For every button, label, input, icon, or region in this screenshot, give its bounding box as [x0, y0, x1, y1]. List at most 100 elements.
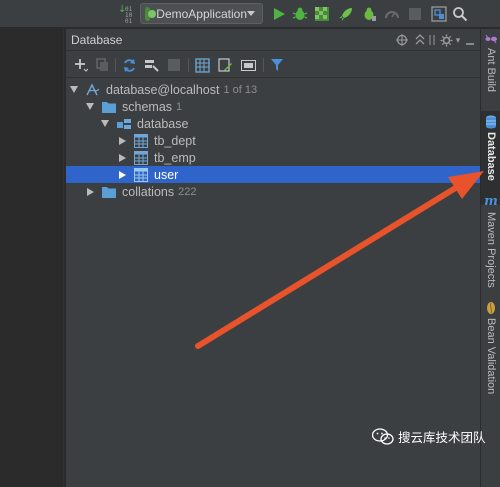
tree-node-label: tb_dept [154, 133, 196, 148]
debug-bug-icon [292, 7, 308, 20]
stop-icon [409, 8, 421, 20]
watermark: 搜云库技术团队 [372, 427, 486, 446]
search-icon [453, 7, 468, 22]
expand-toggle[interactable] [85, 102, 95, 112]
tool-tab-label: Database [485, 132, 497, 181]
add-button[interactable] [72, 56, 90, 74]
tree-node-collations[interactable]: collations 222 [66, 183, 481, 200]
filter-button[interactable] [268, 56, 286, 74]
tool-tab-maven-projects[interactable]: m Maven Projects [481, 195, 500, 288]
run-configuration-label: DemoApplication [156, 6, 247, 21]
gauge-icon [385, 11, 399, 19]
stop-icon [168, 59, 180, 71]
tree-node-label: database@localhost [106, 82, 220, 97]
maven-icon: m [484, 194, 498, 209]
watermark-text: 搜云库技术团队 [398, 430, 486, 445]
stop-button[interactable] [406, 5, 424, 23]
plus-icon [75, 59, 88, 72]
debug-button[interactable] [291, 5, 309, 23]
project-structure-icon [431, 6, 447, 22]
edit-source-button[interactable] [216, 56, 234, 74]
synchronize-button[interactable] [120, 56, 138, 74]
table-editor-button[interactable] [193, 56, 211, 74]
tool-tab-bean-validation[interactable]: Bean Validation [481, 301, 500, 394]
expand-toggle[interactable] [100, 119, 110, 129]
database-tool-window: Database ▾ database@localhost 1 of 13 sc… [65, 29, 481, 487]
tool-tab-label: Ant Build [485, 48, 497, 93]
folder-icon [101, 185, 117, 199]
edit-table-icon [217, 57, 232, 72]
ql-console-icon [240, 59, 256, 71]
vcs-bits: 01 10 01 [125, 6, 133, 25]
tool-tab-label: Maven Projects [485, 212, 497, 288]
crosshair-icon[interactable] [394, 32, 410, 48]
panel-toolbar [66, 52, 481, 78]
tree-node-schema-database[interactable]: database [66, 115, 481, 132]
run-configuration-selector[interactable]: DemoApplication [140, 3, 263, 24]
tree-node-count: 1 [176, 100, 183, 113]
filter-funnel-icon [271, 59, 283, 71]
attach-bug-icon [364, 7, 376, 21]
expand-toggle[interactable] [117, 136, 127, 146]
table-icon [133, 167, 149, 182]
copy-icon [96, 58, 108, 71]
data-source-properties-button[interactable] [142, 56, 160, 74]
expand-toggle[interactable] [69, 85, 79, 95]
stop-button[interactable] [165, 56, 183, 74]
attach-debugger-button[interactable] [360, 5, 378, 23]
tree-node-label: tb_emp [154, 150, 196, 165]
editor-area[interactable] [0, 29, 64, 487]
table-grid-icon [194, 57, 210, 73]
run-button[interactable] [270, 5, 288, 23]
tree-node-label: schemas [122, 99, 173, 114]
wechat-icon [372, 427, 394, 445]
tree-node-label: user [154, 167, 179, 182]
run-icon [274, 8, 285, 20]
panel-title: Database [71, 33, 123, 47]
toolbar-separator [263, 58, 264, 72]
schema-icon [116, 117, 132, 131]
tree-node-label: collations [122, 184, 175, 199]
search-everywhere-button[interactable] [451, 5, 469, 23]
tool-tab-ant-build[interactable]: Ant Build [481, 33, 500, 92]
table-icon [133, 150, 149, 165]
right-tool-stripe: Ant Build Database m Maven Projects Bean… [480, 29, 500, 487]
table-icon [133, 133, 149, 148]
project-structure-button[interactable] [430, 5, 448, 23]
reload-classes-button[interactable] [383, 5, 401, 23]
tree-node-table-user[interactable]: user [66, 166, 481, 183]
bean-icon [487, 302, 495, 314]
spring-boot-icon [145, 6, 157, 21]
refresh-icon [123, 58, 135, 72]
wrench-icon [144, 59, 159, 72]
main-toolbar: ↓ 01 10 01 DemoApplication [0, 0, 500, 28]
expand-toggle[interactable] [117, 153, 127, 163]
expand-toggle[interactable] [117, 170, 127, 180]
coverage-icon [315, 7, 329, 21]
chevron-down-icon [247, 11, 255, 16]
tree-node-table-tb-dept[interactable]: tb_dept [66, 132, 481, 149]
tree-node-schemas[interactable]: schemas 1 [66, 98, 481, 115]
tree-node-table-tb-emp[interactable]: tb_emp [66, 149, 481, 166]
coverage-button[interactable] [313, 5, 331, 23]
toolbar-separator [188, 58, 189, 72]
tree-node-label: database [137, 116, 189, 131]
tool-tab-database[interactable]: Database [481, 111, 500, 205]
panel-header: Database ▾ [66, 29, 481, 51]
datasource-icon [85, 82, 101, 97]
minimize-icon[interactable] [462, 32, 478, 48]
tree-node-datasource[interactable]: database@localhost 1 of 13 [66, 81, 481, 98]
tree-node-count: 1 of 13 [223, 83, 258, 96]
toolbar-separator [115, 58, 116, 72]
tree-node-count: 222 [178, 185, 197, 198]
vcs-update-icon[interactable]: ↓ 01 10 01 [118, 5, 134, 25]
duplicate-button[interactable] [94, 56, 112, 74]
console-button[interactable] [239, 56, 257, 74]
profile-button[interactable] [337, 5, 355, 23]
database-cylinder-icon [486, 115, 496, 129]
rocket-icon [339, 8, 352, 21]
tool-tab-label: Bean Validation [485, 318, 497, 395]
expand-toggle[interactable] [85, 187, 95, 197]
ant-icon [485, 34, 497, 44]
folder-icon [101, 100, 117, 114]
